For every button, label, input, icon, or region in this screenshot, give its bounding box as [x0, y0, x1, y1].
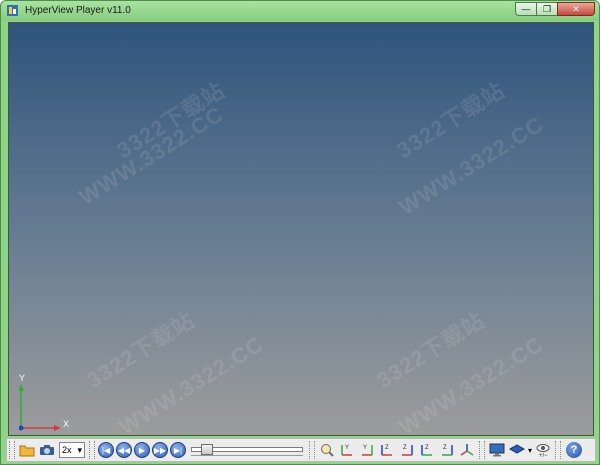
view-xy-button[interactable]: Y	[338, 441, 356, 459]
maximize-button[interactable]: ❐	[536, 2, 558, 16]
last-frame-button[interactable]: ▶|	[170, 442, 186, 458]
title-bar: HyperView Player v11.0 — ❐ ✕	[1, 1, 599, 21]
svg-text:Y: Y	[363, 445, 367, 451]
fit-view-button[interactable]	[318, 441, 336, 459]
bottom-toolbar: 2x ▾ |◀ ◀◀ ▶ ▶▶ ▶| Y Y Z Z Z Z ▾ +/− ?	[6, 438, 596, 462]
play-icon: ▶	[138, 445, 146, 455]
close-button[interactable]: ✕	[557, 2, 595, 16]
next-frame-icon: ▶▶	[153, 445, 167, 455]
svg-text:Z: Z	[425, 445, 429, 451]
svg-text:Z: Z	[443, 445, 447, 451]
isometric-view-icon	[460, 444, 474, 456]
y-axis-label: Y	[19, 373, 26, 383]
next-frame-button[interactable]: ▶▶	[152, 442, 168, 458]
view-zx-button[interactable]: Z	[378, 441, 396, 459]
toolbar-grip[interactable]	[309, 441, 315, 459]
help-button[interactable]: ?	[566, 442, 583, 458]
window-title: HyperView Player v11.0	[25, 5, 131, 16]
graphics-viewport[interactable]: WWW.3322.CC 3322下载站 WWW.3322.CC 3322下载站 …	[8, 22, 594, 436]
view-xy-icon: Y	[341, 445, 352, 456]
view-yz-reverse-icon: Z	[442, 445, 453, 456]
last-frame-icon: ▶|	[173, 445, 183, 455]
first-frame-icon: |◀	[101, 445, 111, 455]
view-yz-icon: Z	[421, 445, 432, 456]
app-icon	[7, 5, 18, 16]
view-xy-reverse-button[interactable]: Y	[358, 441, 376, 459]
isometric-view-button[interactable]	[458, 441, 476, 459]
open-file-button[interactable]	[18, 441, 36, 459]
window-controls: — ❐ ✕	[515, 2, 595, 16]
fit-view-icon	[321, 444, 334, 457]
view-yz-button[interactable]: Z	[418, 441, 436, 459]
display-icon	[489, 443, 505, 457]
layer-dropdown-chevron-icon[interactable]: ▾	[528, 446, 532, 455]
view-zx-icon: Z	[381, 445, 392, 456]
layer-icon	[509, 444, 525, 454]
capture-icon	[40, 445, 54, 455]
previous-frame-button[interactable]: ◀◀	[116, 442, 132, 458]
help-icon: ?	[570, 444, 578, 456]
visibility-button[interactable]: +/−	[534, 441, 552, 459]
slider-thumb[interactable]	[201, 444, 213, 455]
speed-dropdown[interactable]: 2x ▾	[59, 442, 85, 458]
chevron-down-icon: ▾	[77, 444, 82, 455]
slider-scale	[191, 455, 303, 458]
play-button[interactable]: ▶	[134, 442, 150, 458]
toolbar-grip[interactable]	[555, 441, 562, 459]
visibility-icon: +/−	[536, 444, 550, 458]
speed-value: 2x	[62, 445, 72, 455]
view-zx-reverse-icon: Z	[402, 445, 413, 456]
view-yz-reverse-button[interactable]: Z	[438, 441, 456, 459]
x-axis-label: X	[63, 419, 70, 429]
minimize-icon: —	[521, 4, 531, 14]
first-frame-button[interactable]: |◀	[98, 442, 114, 458]
svg-text:Y: Y	[345, 445, 349, 451]
previous-frame-icon: ◀◀	[117, 445, 131, 455]
toolbar-grip[interactable]	[89, 441, 95, 459]
global-axes-triad: Y X	[18, 373, 79, 433]
layer-button[interactable]	[508, 441, 526, 459]
svg-text:Z: Z	[385, 445, 389, 451]
minimize-button[interactable]: —	[515, 2, 537, 16]
open-file-icon	[19, 445, 35, 457]
app-window: HyperView Player v11.0 — ❐ ✕ WWW.3322.CC…	[0, 0, 600, 465]
toolbar-grip[interactable]	[479, 441, 485, 459]
view-zx-reverse-button[interactable]: Z	[398, 441, 416, 459]
close-icon: ✕	[572, 3, 580, 14]
toolbar-grip[interactable]	[9, 441, 15, 459]
restore-icon: ❐	[542, 3, 552, 14]
view-xy-reverse-icon: Y	[362, 445, 373, 456]
svg-text:Z: Z	[403, 445, 407, 451]
animation-slider[interactable]	[191, 442, 303, 458]
svg-text:+/−: +/−	[539, 453, 548, 458]
capture-button[interactable]	[38, 441, 56, 459]
display-button[interactable]	[488, 441, 506, 459]
axes-icon	[18, 384, 61, 431]
